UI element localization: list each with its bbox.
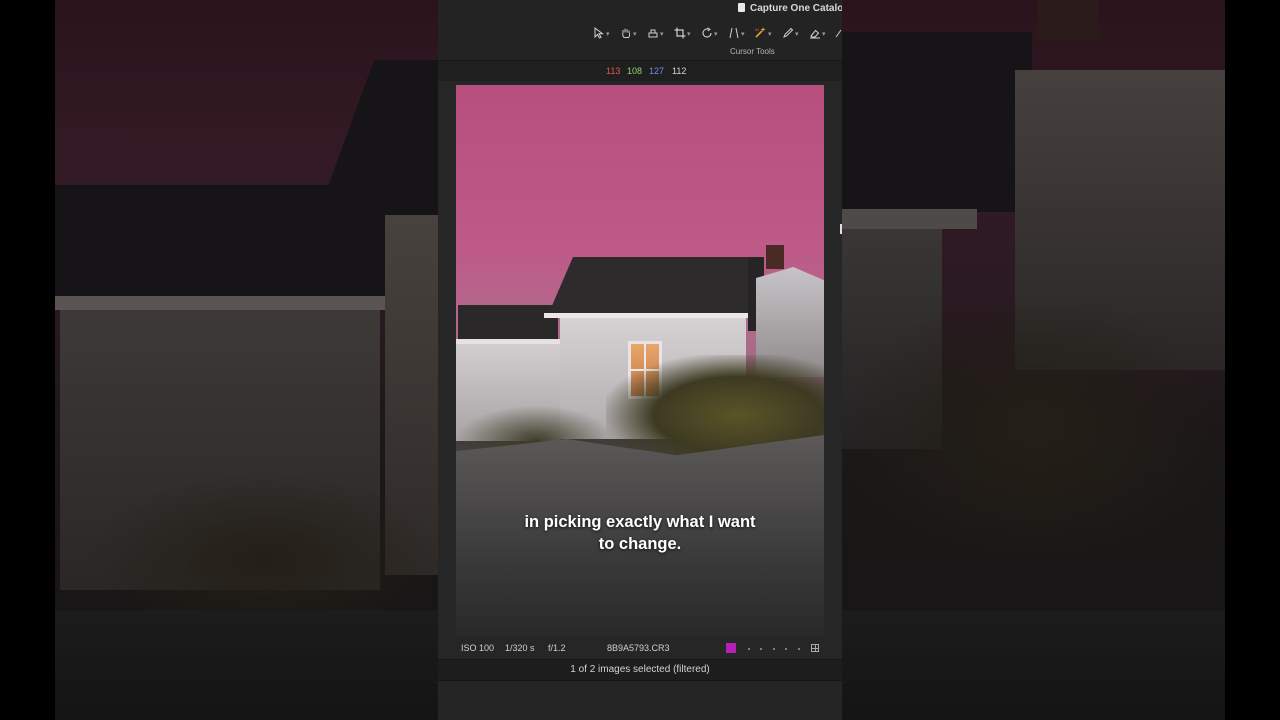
- grid-view-icon[interactable]: [811, 644, 819, 652]
- document-icon: [738, 3, 745, 12]
- window-title-text: Capture One Catalo: [750, 3, 842, 14]
- image-viewer[interactable]: in picking exactly what I want to change…: [438, 81, 842, 659]
- cursor-tools-caption: Cursor Tools: [730, 47, 775, 56]
- background-grass-right: [845, 290, 1225, 570]
- background-wall-trim: [55, 296, 385, 310]
- background-roof-right: [842, 32, 1032, 212]
- photo-chimney: [766, 245, 784, 269]
- photo[interactable]: in picking exactly what I want to change…: [456, 85, 824, 637]
- eraser-icon[interactable]: ▾: [809, 25, 826, 41]
- selection-status: 1 of 2 images selected (filtered): [570, 664, 710, 675]
- iso-value: ISO 100: [461, 643, 495, 653]
- photo-wall-trim-left: [456, 339, 560, 344]
- window-title: Capture One Catalo: [738, 3, 842, 14]
- ai-magic-wand-icon[interactable]: AI ▾: [754, 25, 772, 41]
- red-value: 113: [606, 66, 621, 76]
- svg-text:AI: AI: [755, 27, 759, 32]
- photo-roof-main: [548, 257, 756, 315]
- crop-icon[interactable]: ▾: [674, 25, 691, 41]
- video-subtitle: in picking exactly what I want to change…: [456, 511, 824, 555]
- filename: 8B9A5793.CR3: [607, 643, 670, 653]
- brush-icon[interactable]: ▾: [782, 25, 799, 41]
- keystone-icon[interactable]: ▾: [728, 25, 745, 41]
- image-info-bar: ISO 100 1/320 s f/1.2 8B9A5793.CR3: [438, 639, 842, 659]
- rating-star-3[interactable]: [773, 648, 775, 650]
- background-chimney: [1037, 0, 1099, 40]
- rotate-icon[interactable]: ▾: [701, 25, 718, 41]
- pan-hand-icon[interactable]: ▾: [620, 25, 637, 41]
- background-trim-right: [842, 209, 977, 229]
- photo-wall-trim-main: [544, 313, 748, 318]
- color-readout-bar: 113 108 127 112: [438, 60, 842, 82]
- title-bar: Capture One Catalo: [438, 0, 842, 18]
- green-value: 108: [627, 66, 643, 76]
- color-tag-swatch[interactable]: [726, 643, 736, 653]
- browser-area: [438, 681, 842, 720]
- rating-star-2[interactable]: [760, 648, 762, 650]
- blue-value: 127: [649, 66, 665, 76]
- status-bar: 1 of 2 images selected (filtered): [438, 659, 842, 681]
- lightness-value: 112: [672, 66, 687, 76]
- subtitle-line-1: in picking exactly what I want: [524, 513, 756, 531]
- rating-star-4[interactable]: [785, 648, 787, 650]
- rating-star-5[interactable]: [798, 648, 800, 650]
- cursor-tools-toolbar: ▾ ▾ ▾ ▾ ▾ ▾ AI ▾ ▾ ▾: [588, 22, 842, 44]
- subtitle-line-2: to change.: [598, 535, 682, 553]
- select-cursor-icon[interactable]: ▾: [593, 25, 610, 41]
- more-tools-icon[interactable]: [835, 25, 842, 41]
- aperture-value: f/1.2: [548, 643, 566, 653]
- shutter-value: 1/320 s: [505, 643, 535, 653]
- rating-star-1[interactable]: [748, 648, 750, 650]
- title-clip: Capture One Catalo: [438, 0, 842, 18]
- capture-one-window: Capture One Catalo ▾ ▾ ▾ ▾ ▾ ▾ AI▾ ▾ ▾: [438, 0, 842, 720]
- mouse-cursor-icon: [840, 224, 842, 234]
- photo-roof-left: [458, 305, 558, 341]
- stamp-icon[interactable]: ▾: [647, 25, 664, 41]
